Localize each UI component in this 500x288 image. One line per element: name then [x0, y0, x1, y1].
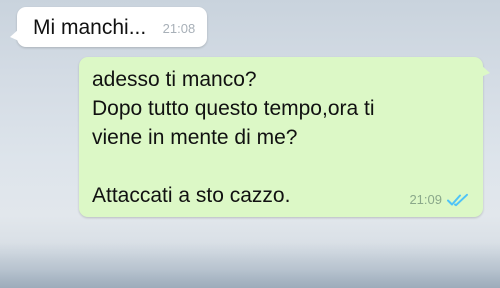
message-timestamp: 21:08 [162, 20, 196, 36]
message-timestamp: 21:09 [409, 192, 442, 207]
double-check-read-icon [447, 193, 469, 207]
message-meta: 21:09 [409, 192, 469, 207]
message-text: Mi manchi... [33, 16, 147, 39]
outgoing-message-bubble[interactable]: adesso ti manco? Dopo tutto questo tempo… [79, 57, 490, 217]
message-line: adesso ti manco? [92, 68, 257, 91]
chat-view: Mi manchi... 21:08 adesso ti manco? Dopo… [0, 0, 500, 288]
message-line: Dopo tutto questo tempo,ora ti [92, 97, 375, 120]
message-line-blank [92, 152, 469, 181]
message-line: viene in mente di me? [92, 126, 298, 149]
incoming-message-bubble[interactable]: Mi manchi... 21:08 [9, 7, 208, 47]
